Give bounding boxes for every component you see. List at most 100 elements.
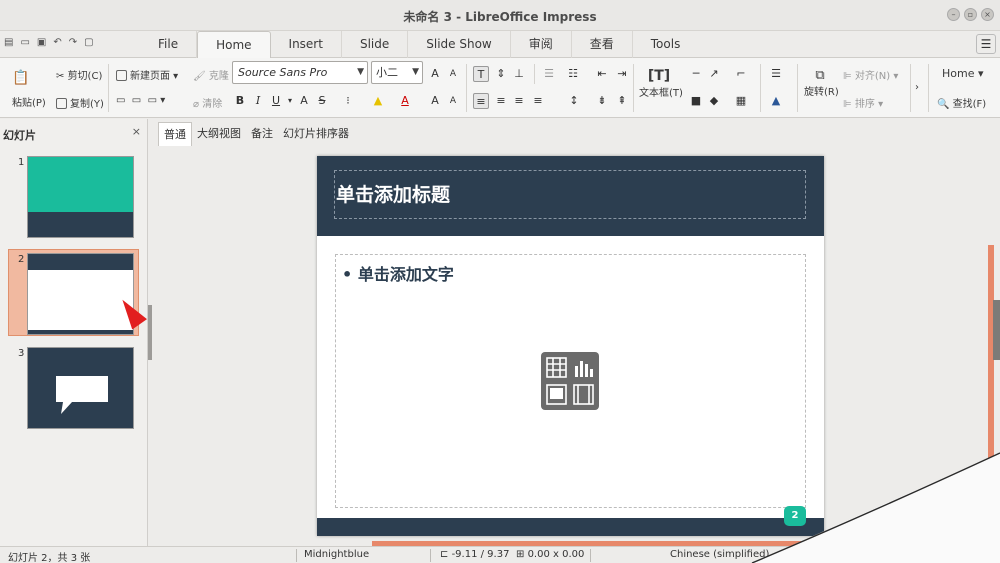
curve-icon[interactable]: ↗ (706, 66, 722, 82)
new-document-icon[interactable]: ▤ (4, 37, 13, 48)
align-objects-button[interactable]: ⊫ 对齐(N) ▾ (843, 67, 898, 82)
strikethrough-button[interactable]: S (314, 93, 330, 109)
start-presentation-icon[interactable]: ▢ (84, 37, 93, 48)
close-icon[interactable]: × (132, 125, 141, 138)
align-right-icon[interactable]: ≡ (511, 93, 527, 109)
undo-icon[interactable]: ↶ (53, 37, 61, 48)
tab-file[interactable]: File (140, 31, 198, 58)
grow-font-icon[interactable]: A (427, 93, 443, 109)
language-status[interactable]: Chinese (simplified) (670, 549, 769, 560)
rotate-button[interactable]: ⧉ 旋转(R) (804, 68, 839, 98)
separator (760, 64, 761, 112)
scissors-icon: ✂ (56, 71, 68, 82)
indent-increase-icon[interactable]: ⇥ (614, 66, 630, 82)
tab-home[interactable]: Home (197, 31, 271, 58)
line-icon[interactable]: ─ (688, 66, 704, 82)
clear-button[interactable]: ⌀ 清除 (193, 95, 222, 110)
shrink-font-top-icon[interactable]: A (445, 66, 461, 82)
save-icon[interactable]: ▣ (37, 37, 46, 48)
clone-button[interactable]: 🖌 克隆 (193, 67, 229, 82)
title-placeholder[interactable]: 单击添加标题 (334, 170, 806, 219)
paragraph-spacing-icon[interactable]: ⇟ (594, 93, 610, 109)
tab-view[interactable]: 查看 (572, 31, 633, 58)
indent-decrease-icon[interactable]: ⇤ (594, 66, 610, 82)
tab-insert[interactable]: Insert (271, 31, 342, 58)
chevron-down-icon[interactable]: ▼ (357, 62, 364, 83)
paragraph-spacing-2-icon[interactable]: ⇞ (614, 93, 630, 109)
close-button[interactable]: × (981, 8, 994, 21)
new-page-button[interactable]: 新建页面 ▾ (116, 67, 178, 82)
bullet-text[interactable]: • 单击添加文字 (342, 261, 454, 285)
font-size-combobox[interactable]: 小二 ▼ (371, 61, 423, 84)
cut-button[interactable]: ✂ 剪切(C) (56, 67, 102, 82)
separator (633, 64, 634, 112)
shrink-font-icon[interactable]: A (445, 93, 461, 109)
spacing-icon[interactable]: ⁝ (340, 93, 356, 109)
tab-notes-view[interactable]: 备注 (246, 122, 278, 146)
sidebar-accent (988, 245, 994, 545)
maximize-button[interactable]: ▫ (964, 8, 977, 21)
slide-thumbnail-2[interactable] (27, 253, 134, 335)
separator (928, 64, 929, 112)
textbox-button[interactable]: [T] 文本框(T) (639, 68, 683, 99)
fill-color-icon[interactable]: ▲ (768, 93, 784, 109)
status-bar: 幻灯片 2，共 3 张 Midnightblue ⊏ -9.11 / 9.37 … (0, 546, 1000, 563)
tab-slide-show[interactable]: Slide Show (408, 31, 511, 58)
slide-thumbnail-3[interactable] (27, 347, 134, 429)
bullets-icon[interactable]: ☰ (541, 66, 557, 82)
arrange-button[interactable]: ⊫ 排序 ▾ (843, 95, 883, 110)
numbering-icon[interactable]: ☷ (565, 66, 581, 82)
bold-button[interactable]: B (232, 93, 248, 109)
paste-label[interactable]: 粘贴(P) (12, 94, 46, 109)
align-top-icon[interactable]: T (473, 66, 489, 82)
tab-review[interactable]: 审阅 (511, 31, 572, 58)
clear-format-icon: ⌀ (193, 99, 203, 110)
position-icon: ⊏ (440, 549, 452, 560)
pane-resize-handle[interactable] (148, 305, 152, 360)
sidebar-toggle-handle[interactable] (993, 300, 1000, 360)
tab-outline-view[interactable]: 大纲视图 (192, 122, 246, 146)
tab-normal-view[interactable]: 普通 (158, 122, 192, 146)
slide-number: 3 (18, 348, 25, 359)
home-dropdown[interactable]: Home ▾ (942, 67, 984, 80)
search-icon: 🔍 (937, 99, 953, 110)
content-placeholder[interactable]: • 单击添加文字 (335, 254, 806, 508)
paste-button[interactable]: 📋 (12, 70, 29, 86)
thumb-footer-band (28, 330, 133, 334)
line-spacing-icon[interactable]: ↕ (566, 93, 582, 109)
window-title: 未命名 3 - LibreOffice Impress (403, 10, 597, 24)
font-name-combobox[interactable]: Source Sans Pro ▼ (232, 61, 368, 84)
shapes-grid-icon[interactable]: ▦ (733, 93, 749, 109)
minimize-button[interactable]: – (947, 8, 960, 21)
open-folder-icon[interactable]: ▭ (20, 37, 29, 48)
slide-layout-buttons[interactable]: ▭ ▭ ▭ ▾ (116, 95, 165, 106)
line-style-icon[interactable]: ☰ (768, 66, 784, 82)
chevron-down-icon[interactable]: ▼ (412, 62, 419, 83)
highlight-color-icon[interactable]: ▲ (370, 93, 386, 109)
align-left-icon[interactable]: ≡ (473, 93, 489, 109)
speech-bubble-icon (56, 376, 108, 414)
slide-canvas[interactable]: 单击添加标题 • 单击添加文字 2 (317, 156, 824, 536)
redo-icon[interactable]: ↷ (69, 37, 77, 48)
tab-tools[interactable]: Tools (633, 31, 699, 58)
align-bottom-icon[interactable]: ⊥ (511, 66, 527, 82)
find-button[interactable]: 🔍 查找(F) (937, 95, 986, 110)
copy-button[interactable]: 复制(Y) (56, 95, 104, 110)
slide-thumbnail-1[interactable] (27, 156, 134, 238)
connector-icon[interactable]: ⌐ (733, 66, 749, 82)
align-middle-icon[interactable]: ⇕ (493, 66, 509, 82)
textbox-icon: [T] (647, 68, 671, 84)
shadow-button[interactable]: A (296, 93, 312, 109)
diamond-icon[interactable]: ◆ (706, 93, 722, 109)
rectangle-icon[interactable]: ■ (688, 93, 704, 109)
justify-icon[interactable]: ≡ (530, 93, 546, 109)
separator (430, 549, 431, 562)
tab-slide-sorter-view[interactable]: 幻灯片排序器 (278, 122, 354, 146)
align-center-icon[interactable]: ≡ (493, 93, 509, 109)
grow-font-top-icon[interactable]: A (427, 66, 443, 82)
tab-slide[interactable]: Slide (342, 31, 409, 58)
font-color-icon[interactable]: A (397, 93, 413, 109)
more-arrow-icon[interactable]: › (915, 82, 919, 93)
italic-button[interactable]: I (250, 93, 266, 109)
hamburger-menu-icon[interactable]: ☰ (976, 34, 996, 54)
